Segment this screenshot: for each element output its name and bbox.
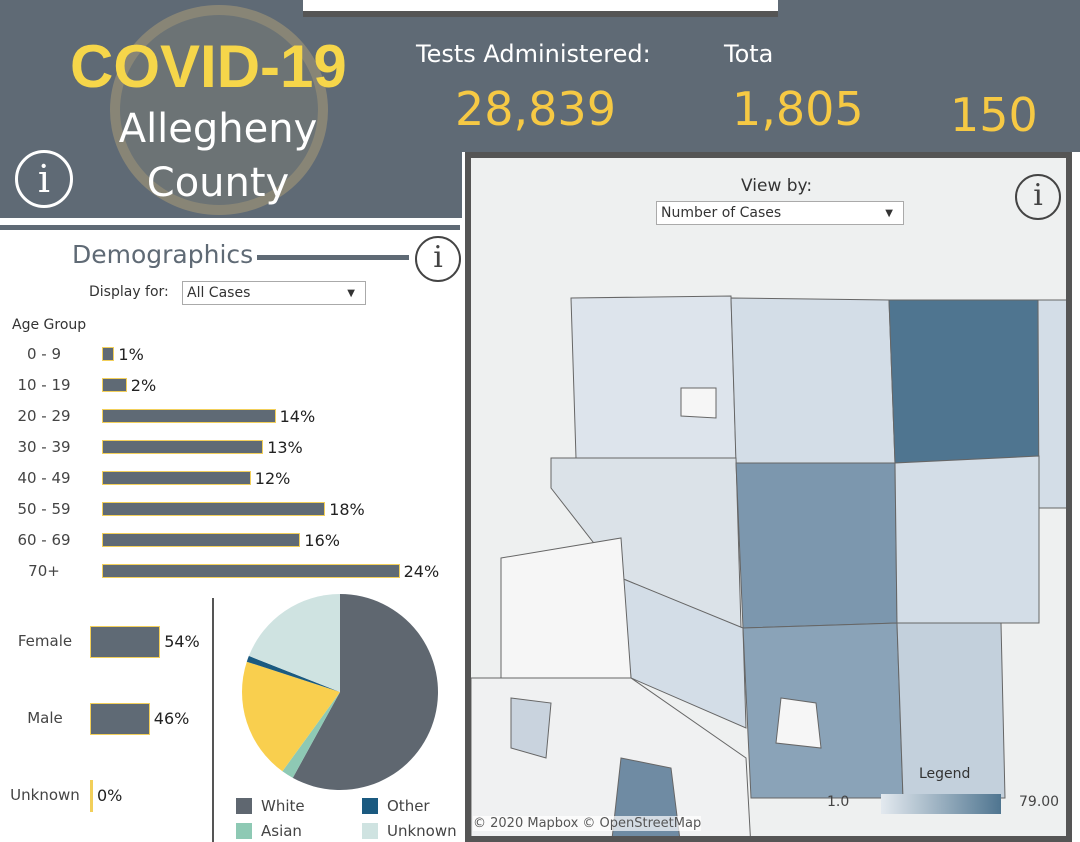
gender-pct-label: 54% bbox=[164, 632, 200, 651]
divider bbox=[212, 598, 214, 842]
display-for-label: Display for: bbox=[89, 284, 169, 300]
view-by-value: Number of Cases bbox=[661, 205, 782, 221]
choropleth-map[interactable] bbox=[471, 158, 1072, 842]
map-region bbox=[1037, 299, 1066, 509]
legend-title: Legend bbox=[919, 766, 971, 782]
age-label: 30 - 39 bbox=[17, 438, 71, 456]
gender-bar bbox=[90, 780, 93, 812]
gender-pct-label: 0% bbox=[97, 786, 123, 805]
chevron-down-icon: ▼ bbox=[347, 288, 355, 299]
age-label: 20 - 29 bbox=[17, 407, 71, 425]
legend-swatch-other bbox=[362, 798, 378, 814]
subtitle-county: County bbox=[146, 160, 290, 206]
age-bar bbox=[102, 440, 264, 454]
legend-min: 1.0 bbox=[827, 794, 850, 810]
age-label: 60 - 69 bbox=[17, 531, 71, 549]
map-panel[interactable]: View by: Number of Cases ▼ i Legend 1.0 7… bbox=[465, 152, 1072, 842]
divider bbox=[257, 255, 409, 260]
gender-label: Female bbox=[17, 632, 73, 650]
demographics-title: Demographics bbox=[72, 240, 254, 269]
age-label: 70+ bbox=[28, 562, 60, 580]
demographics-info-icon[interactable]: i bbox=[415, 236, 461, 282]
gender-bar bbox=[90, 703, 150, 735]
legend-max: 79.00 bbox=[1019, 794, 1060, 810]
age-label: 0 - 9 bbox=[26, 345, 62, 363]
age-pct-label: 13% bbox=[267, 438, 303, 457]
age-bar bbox=[102, 347, 115, 361]
age-group-label: Age Group bbox=[12, 317, 87, 333]
age-label: 10 - 19 bbox=[17, 376, 71, 394]
display-for-value: All Cases bbox=[187, 285, 251, 301]
age-bar bbox=[102, 471, 251, 485]
map-region bbox=[742, 622, 904, 799]
info-icon[interactable]: i bbox=[15, 150, 73, 208]
view-by-label: View by: bbox=[741, 176, 813, 196]
map-region bbox=[510, 697, 552, 759]
legend-gradient bbox=[881, 794, 1001, 814]
stat-value-total: 1,805 bbox=[732, 82, 864, 136]
age-bar bbox=[102, 533, 301, 547]
stat-label-total: Tota bbox=[724, 40, 774, 68]
age-pct-label: 12% bbox=[254, 469, 291, 488]
age-bar bbox=[102, 502, 326, 516]
stat-value-third: 150 bbox=[950, 88, 1038, 142]
chevron-down-icon: ▼ bbox=[885, 208, 893, 219]
map-region bbox=[888, 299, 1040, 464]
map-region bbox=[735, 462, 898, 629]
legend-label-white: White bbox=[261, 797, 305, 815]
gender-pct-label: 46% bbox=[153, 709, 190, 728]
page-title: COVID-19 bbox=[70, 33, 347, 100]
age-pct-label: 14% bbox=[279, 407, 316, 426]
age-pct-label: 18% bbox=[329, 500, 365, 519]
stat-value-tests: 28,839 bbox=[455, 82, 616, 136]
legend-swatch-white bbox=[236, 798, 252, 814]
map-region bbox=[500, 537, 632, 679]
subtitle-allegheny: Allegheny bbox=[118, 106, 318, 152]
age-pct-label: 16% bbox=[304, 531, 340, 550]
map-region bbox=[730, 297, 896, 464]
gender-label: Unknown bbox=[10, 786, 80, 804]
map-info-icon[interactable]: i bbox=[1015, 174, 1061, 220]
legend-label-unknown: Unknown bbox=[387, 822, 457, 840]
divider bbox=[0, 225, 460, 230]
age-bar bbox=[102, 564, 400, 578]
legend-label-asian: Asian bbox=[261, 822, 302, 840]
view-by-dropdown[interactable]: Number of Cases ▼ bbox=[656, 201, 904, 225]
top-strip bbox=[303, 0, 778, 17]
map-region bbox=[570, 295, 737, 459]
age-pct-label: 2% bbox=[130, 376, 157, 395]
age-pct-label: 24% bbox=[403, 562, 440, 581]
age-pct-label: 1% bbox=[118, 345, 144, 364]
age-bar bbox=[102, 378, 127, 392]
map-attribution[interactable]: © 2020 Mapbox © OpenStreetMap bbox=[473, 816, 702, 831]
legend-swatch-asian bbox=[236, 823, 252, 839]
gender-label: Male bbox=[27, 709, 63, 727]
age-bar bbox=[102, 409, 276, 423]
map-region bbox=[894, 455, 1040, 624]
age-label: 40 - 49 bbox=[17, 469, 71, 487]
map-region bbox=[680, 387, 717, 419]
display-for-dropdown[interactable]: All Cases ▼ bbox=[182, 281, 366, 305]
legend-swatch-unknown bbox=[362, 823, 378, 839]
gender-bar bbox=[90, 626, 161, 658]
stat-label-tests: Tests Administered: bbox=[416, 40, 651, 68]
race-pie-chart bbox=[242, 594, 438, 790]
age-label: 50 - 59 bbox=[17, 500, 71, 518]
map-region bbox=[775, 697, 822, 749]
legend-label-other: Other bbox=[387, 797, 430, 815]
